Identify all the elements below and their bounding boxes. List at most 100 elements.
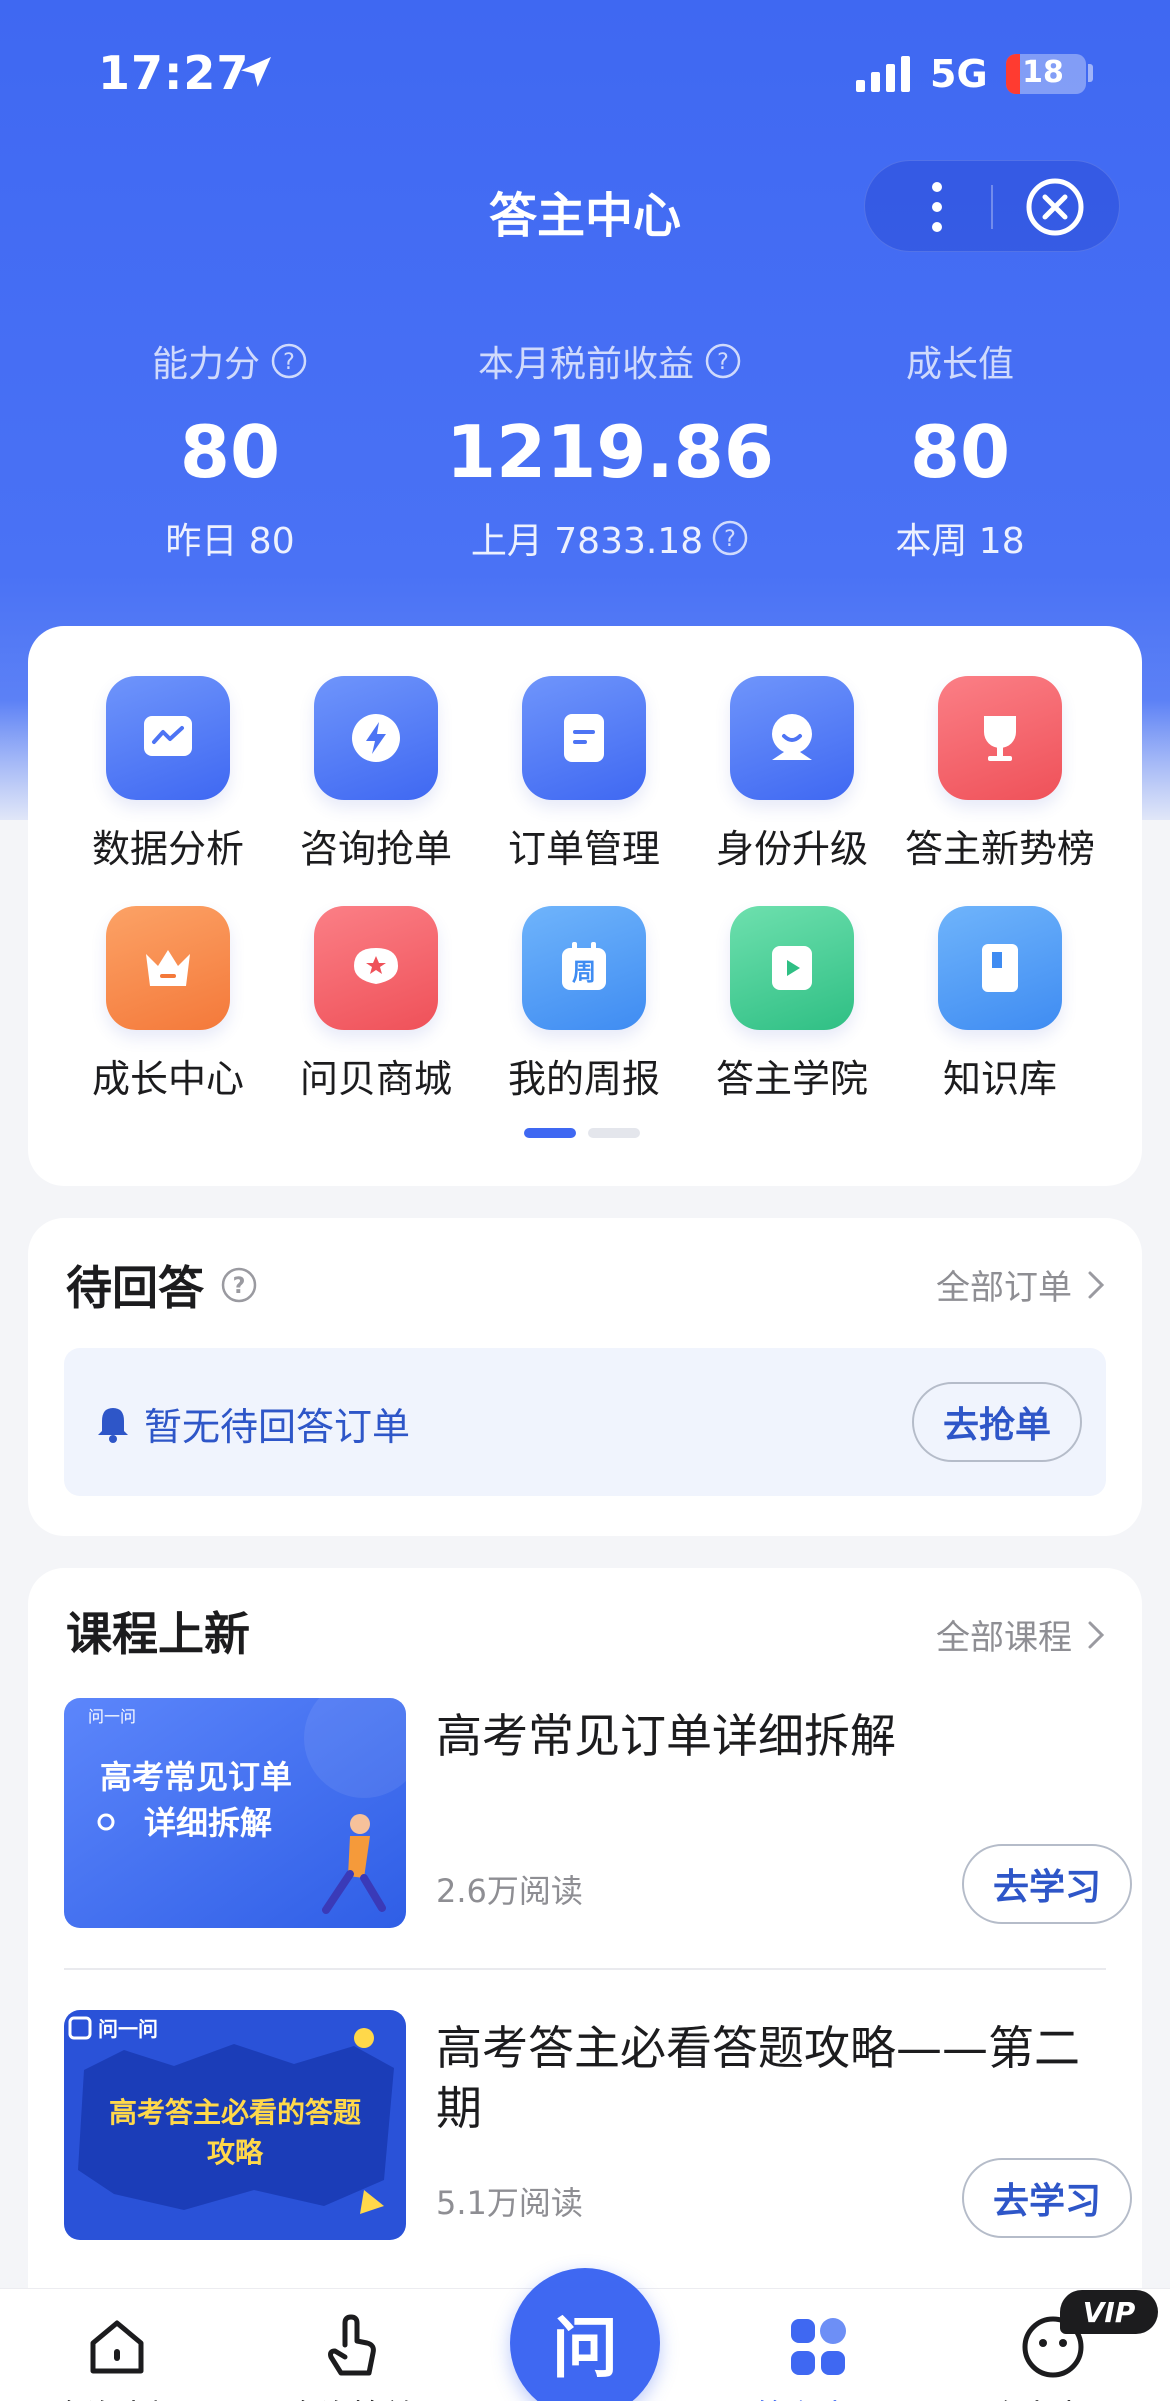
location-arrow-icon (241, 57, 271, 87)
svg-text:?: ? (717, 350, 729, 375)
thumb-line: 攻略 (207, 2136, 264, 2169)
signal-icon (856, 56, 910, 92)
help-icon[interactable]: ? (711, 519, 749, 557)
course-reads: 2.6万阅读 (436, 1872, 583, 1910)
tab-label: 个人中心 (936, 2391, 1170, 2401)
thumb-line: 高考答主必看的答题 (109, 2096, 361, 2129)
menu-item-label: 答主学院 (715, 1057, 868, 1101)
menu-item-academy[interactable]: 答主学院 (688, 906, 896, 1103)
menu-item-growth-center[interactable]: 成长中心 (64, 906, 272, 1103)
home-icon (90, 2320, 144, 2374)
course-reads: 5.1万阅读 (436, 2184, 583, 2222)
pending-answers-card: 待回答 ? 全部订单 暂无待回答订单 去抢单 (28, 1218, 1142, 1536)
document-icon (522, 676, 646, 800)
stat-growth[interactable]: 成长值 80 本周 18 (820, 336, 1100, 564)
menu-item-weekly-report[interactable]: 周 我的周报 (480, 906, 688, 1103)
course-thumbnail: 问一问 高考答主必看的答题 攻略 (64, 2010, 406, 2240)
page-dot-active (524, 1128, 576, 1138)
menu-item-label: 我的周报 (507, 1057, 660, 1101)
tab-label: 咨询抢单 (234, 2391, 468, 2401)
all-orders-link[interactable]: 全部订单 (936, 1260, 1106, 1309)
user-badge-icon (730, 676, 854, 800)
svg-text:?: ? (724, 527, 736, 552)
capsule-divider (991, 185, 993, 229)
page-dot (588, 1128, 640, 1138)
course-title: 高考常见订单详细拆解 (436, 1709, 896, 1763)
stat-label: 本月税前收益 (477, 344, 694, 385)
menu-item-rising-list[interactable]: 答主新势榜 (896, 676, 1104, 873)
menu-item-label: 成长中心 (91, 1057, 244, 1101)
empty-message-text: 暂无待回答订单 (144, 1405, 411, 1449)
close-icon[interactable] (1025, 177, 1085, 237)
chart-icon (106, 676, 230, 800)
course-thumbnail: 问一问 高考常见订单 详细拆解 (64, 1698, 406, 1928)
empty-pending-notice: 暂无待回答订单 去抢单 (64, 1348, 1106, 1496)
crown-icon (106, 906, 230, 1030)
menu-item-label: 订单管理 (507, 827, 660, 871)
menu-item-label: 答主新势榜 (904, 827, 1095, 871)
course-title: 高考答主必看答题攻略——第二期 (436, 2021, 1080, 2135)
thumb-brand: 问一问 (88, 1707, 136, 1726)
menu-item-shop[interactable]: 问贝商城 (272, 906, 480, 1103)
pending-title: 待回答 ? (66, 1252, 258, 1318)
thumb-brand: 问一问 (98, 2017, 158, 2041)
mini-program-capsule (864, 160, 1120, 252)
thumb-line: 详细拆解 (144, 1804, 272, 1842)
menu-item-data-analysis[interactable]: 数据分析 (64, 676, 272, 873)
grab-order-button[interactable]: 去抢单 (912, 1382, 1082, 1462)
study-button[interactable]: 去学习 (962, 2158, 1132, 2238)
course-item[interactable]: 问一问 高考答主必看的答题 攻略 高考答主必看答题攻略——第二期 5.1万阅读 … (64, 2010, 1132, 2242)
stat-ability[interactable]: 能力分 ? 80 昨日 80 (90, 336, 370, 564)
grid-icon (791, 2318, 846, 2375)
lightning-icon (314, 676, 438, 800)
menu-item-label: 问贝商城 (299, 1057, 452, 1101)
link-label: 全部课程 (936, 1618, 1072, 1658)
menu-item-label: 咨询抢单 (299, 827, 452, 871)
menu-item-order-manage[interactable]: 订单管理 (480, 676, 688, 873)
svg-text:?: ? (283, 350, 295, 375)
tab-consult-square[interactable]: 咨询广场 (0, 2289, 234, 2401)
play-icon (730, 906, 854, 1030)
calendar-badge-text: 周 (572, 958, 596, 986)
help-icon[interactable]: ? (270, 342, 308, 380)
more-icon[interactable] (931, 181, 943, 233)
help-icon[interactable]: ? (704, 342, 742, 380)
svg-text:?: ? (233, 1274, 246, 1299)
menu-item-label: 知识库 (942, 1057, 1057, 1101)
battery-indicator: 18 (1006, 54, 1086, 94)
empty-message: 暂无待回答订单 (96, 1396, 410, 1451)
section-title: 课程上新 (66, 1607, 250, 1661)
menu-item-identity-upgrade[interactable]: 身份升级 (688, 676, 896, 873)
study-button[interactable]: 去学习 (962, 1844, 1132, 1924)
link-label: 全部订单 (936, 1268, 1072, 1308)
course-item[interactable]: 问一问 高考常见订单 详细拆解 高考常见订单详细拆解 2.6万阅读 去学习 (64, 1698, 1132, 1930)
help-icon[interactable]: ? (220, 1266, 258, 1304)
stat-value: 1219.86 (446, 410, 774, 494)
all-courses-link[interactable]: 全部课程 (936, 1610, 1106, 1659)
menu-item-label: 数据分析 (91, 827, 244, 871)
tap-icon (328, 2314, 376, 2376)
network-type: 5G (930, 52, 988, 96)
courses-title: 课程上新 (66, 1598, 250, 1664)
menu-item-knowledge-base[interactable]: 知识库 (896, 906, 1104, 1103)
stat-sub: 上月 7833.18 (470, 521, 704, 562)
calendar-icon: 周 (522, 906, 646, 1030)
stat-value: 80 (179, 410, 281, 494)
tab-label: 咨询广场 (0, 2391, 234, 2401)
feature-menu-card: 数据分析 咨询抢单 订单管理 身份升级 答主新势榜 成长中心 问贝商城 周 我的… (28, 626, 1142, 1186)
tab-answerer-center[interactable]: 答主中心 (702, 2289, 936, 2401)
menu-item-grab-order[interactable]: 咨询抢单 (272, 676, 480, 873)
stat-sub: 昨日 80 (165, 521, 295, 562)
thumb-line: 高考常见订单 (100, 1758, 292, 1796)
stat-label: 能力分 (151, 344, 260, 385)
battery-nub (1088, 64, 1093, 82)
tab-grab-order[interactable]: 咨询抢单 (234, 2289, 468, 2401)
battery-level: 18 (1022, 55, 1064, 90)
shop-icon (314, 906, 438, 1030)
chevron-right-icon (1088, 1271, 1105, 1298)
divider (64, 1968, 1106, 1970)
stat-income[interactable]: 本月税前收益 ? 1219.86 上月 7833.18 ? (420, 336, 800, 564)
section-title: 待回答 (66, 1261, 204, 1315)
vip-badge: VIP (1060, 2290, 1158, 2334)
trophy-icon (938, 676, 1062, 800)
